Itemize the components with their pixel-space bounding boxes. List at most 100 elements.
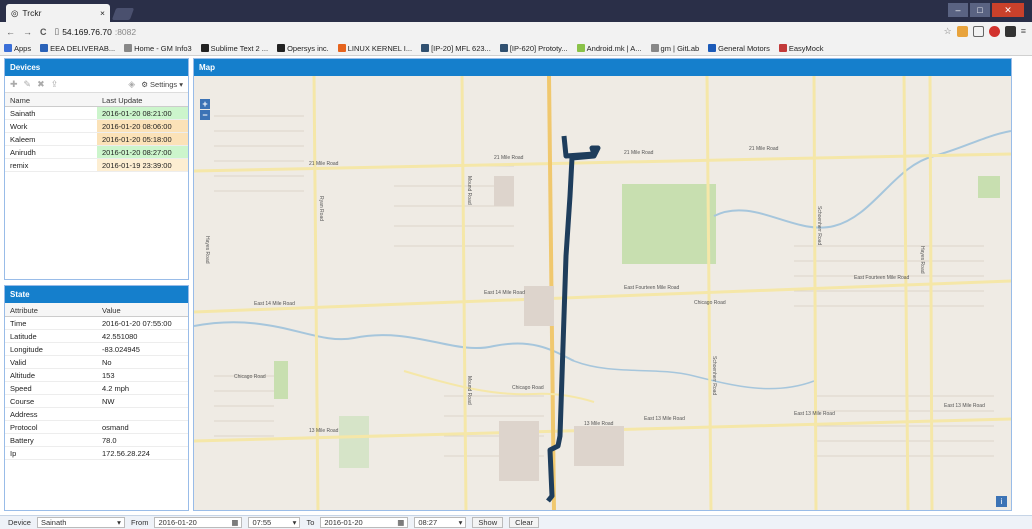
- edit-icon[interactable]: ✎: [24, 79, 32, 90]
- map-svg[interactable]: 21 Mile Road 21 Mile Road 21 Mile Road 2…: [194, 76, 1011, 511]
- bookmark-item[interactable]: Home - GM Info3: [124, 44, 192, 53]
- report-toolbar: Device Sainath ▾ From 2016-01-20 ▦ 07:55…: [0, 515, 1032, 529]
- state-value: 4.2 mph: [102, 384, 130, 393]
- state-row: Protocol osmand: [5, 421, 188, 434]
- bookmark-item[interactable]: gm | GitLab: [650, 43, 700, 53]
- state-row: Latitude 42.551080: [5, 330, 188, 343]
- state-row: Battery 78.0: [5, 434, 188, 447]
- bookmark-icon: [4, 44, 12, 52]
- url-input[interactable]: ▯ 54.169.76.70:8082: [55, 25, 255, 39]
- device-row[interactable]: remix 2016-01-19 23:39:00: [5, 159, 188, 172]
- bookmark-icon: [650, 44, 659, 52]
- state-attribute: Valid: [10, 358, 27, 367]
- bookmark-item[interactable]: Apps: [4, 44, 31, 53]
- minimize-button[interactable]: –: [948, 3, 968, 17]
- road-label-mound: Mound Road: [466, 176, 472, 205]
- column-attribute[interactable]: Attribute: [5, 303, 97, 316]
- browser-title-bar: ◎ Trckr × – □ ✕: [0, 0, 1032, 22]
- url-host: 54.169.76.70: [62, 26, 112, 37]
- info-icon[interactable]: i: [996, 496, 1007, 507]
- reload-icon[interactable]: C: [40, 27, 47, 37]
- bookmark-item[interactable]: [IP-620] Prototy...: [499, 43, 568, 53]
- road-label-mound: Mound Road: [466, 376, 472, 405]
- road-label-14b: East Fourteen Mile Road: [854, 275, 910, 281]
- column-last-update[interactable]: Last Update: [97, 93, 188, 106]
- device-row[interactable]: Sainath 2016-01-20 08:21:00: [5, 107, 188, 120]
- road-label-13b: East 13 Mile Road: [944, 403, 985, 409]
- column-value[interactable]: Value: [97, 303, 188, 316]
- bookmark-label: gm | GitLab: [660, 43, 700, 53]
- state-value: 78.0: [102, 436, 117, 445]
- devices-panel: Devices ✚ ✎ ✖ ⇪ ◈ ⚙ Settings ▾ Name Last…: [4, 58, 189, 280]
- state-value: -83.024945: [102, 345, 140, 354]
- road-label-hayes: Hayes Road: [204, 236, 210, 264]
- target-icon[interactable]: ◈: [128, 79, 135, 90]
- device-row[interactable]: Anirudh 2016-01-20 08:27:00: [5, 146, 188, 159]
- bookmark-label: Apps: [14, 43, 32, 53]
- road-label-21: 21 Mile Road: [749, 146, 779, 152]
- from-date-field[interactable]: 2016-01-20 ▦: [154, 517, 243, 528]
- bookmark-item[interactable]: LINUX KERNEL I...: [337, 44, 412, 53]
- state-value: No: [102, 358, 112, 367]
- bookmark-item[interactable]: Android.mk | A...: [576, 44, 642, 53]
- back-icon[interactable]: ←: [6, 27, 15, 37]
- bookmark-icon: [421, 44, 430, 52]
- settings-button[interactable]: ⚙ Settings ▾: [141, 80, 183, 89]
- from-time-field[interactable]: 07:55 ▾: [248, 517, 301, 528]
- remove-icon[interactable]: ✖: [37, 79, 45, 90]
- extension-dark-icon[interactable]: [1004, 26, 1016, 37]
- bookmark-item[interactable]: Opersys inc.: [277, 44, 329, 53]
- to-label: To: [306, 518, 315, 527]
- calendar-icon[interactable]: ▦: [397, 518, 404, 527]
- bookmark-item[interactable]: General Motors: [708, 44, 770, 53]
- road-label-13: 13 Mile Road: [584, 421, 614, 427]
- clear-button[interactable]: Clear: [509, 517, 540, 528]
- bookmark-icon: [778, 44, 787, 52]
- chevron-down-icon: ▾: [292, 518, 297, 527]
- device-row[interactable]: Work 2016-01-20 08:06:00: [5, 120, 188, 133]
- device-select[interactable]: Sainath ▾: [36, 517, 125, 528]
- cast-icon[interactable]: [972, 26, 984, 37]
- bookmark-label: [IP-20] MFL 623...: [431, 43, 491, 53]
- device-row[interactable]: Kaleem 2016-01-20 05:18:00: [5, 133, 188, 146]
- maximize-button[interactable]: □: [970, 3, 990, 17]
- forward-icon[interactable]: →: [23, 27, 32, 37]
- star-icon[interactable]: ☆: [944, 26, 952, 37]
- device-name: Sainath: [10, 109, 36, 118]
- calendar-icon[interactable]: ▦: [231, 518, 238, 527]
- state-value: 42.551080: [102, 332, 138, 341]
- close-tab-icon[interactable]: ×: [100, 8, 105, 18]
- menu-icon[interactable]: ≡: [1021, 26, 1026, 37]
- park-area: [978, 176, 1000, 198]
- state-row: Address: [5, 408, 188, 421]
- bookmark-item[interactable]: Sublime Text 2 ...: [200, 44, 268, 53]
- bookmark-label: [IP-620] Prototy...: [509, 43, 568, 53]
- bookmark-item[interactable]: EasyMock: [778, 44, 823, 53]
- bookmark-item[interactable]: EEA DELIVERAB...: [40, 44, 115, 53]
- zoom-out-button[interactable]: −: [200, 110, 210, 120]
- close-window-button[interactable]: ✕: [992, 3, 1024, 17]
- bookmark-icon: [576, 44, 585, 52]
- zoom-in-button[interactable]: +: [200, 99, 210, 109]
- road-label-14b: East Fourteen Mile Road: [624, 285, 680, 291]
- bookmark-item[interactable]: [IP-20] MFL 623...: [421, 44, 491, 53]
- state-attribute: Address: [10, 410, 38, 419]
- road-label-ryan: Ryan Road: [318, 196, 324, 221]
- browser-tab[interactable]: ◎ Trckr ×: [6, 4, 110, 22]
- road-label-chicago: Chicago Road: [694, 300, 726, 306]
- add-icon[interactable]: ✚: [10, 79, 18, 90]
- state-row: Altitude 153: [5, 369, 188, 382]
- new-tab-button[interactable]: [111, 8, 135, 20]
- map-canvas[interactable]: 21 Mile Road 21 Mile Road 21 Mile Road 2…: [194, 76, 1011, 511]
- opera-icon[interactable]: [988, 26, 1000, 37]
- device-name: Work: [10, 122, 28, 131]
- device-select-value: Sainath: [40, 518, 67, 527]
- page-icon: ▯: [54, 26, 60, 36]
- share-icon[interactable]: ⇪: [51, 79, 59, 90]
- to-time-field[interactable]: 08:27 ▾: [414, 517, 467, 528]
- show-button[interactable]: Show: [472, 517, 504, 528]
- extension-icon[interactable]: [956, 26, 968, 37]
- to-date-field[interactable]: 2016-01-20 ▦: [320, 517, 409, 528]
- column-name[interactable]: Name: [5, 93, 97, 106]
- bookmark-icon: [499, 44, 508, 52]
